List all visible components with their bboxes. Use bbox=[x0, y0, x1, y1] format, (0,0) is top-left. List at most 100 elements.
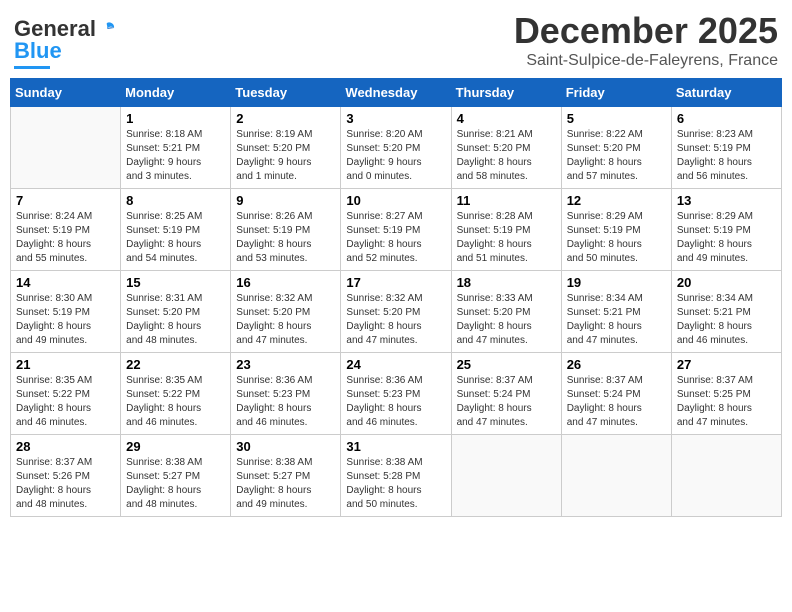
day-info: Sunrise: 8:37 AM Sunset: 5:26 PM Dayligh… bbox=[16, 456, 115, 512]
day-info: Sunrise: 8:28 AM Sunset: 5:19 PM Dayligh… bbox=[457, 210, 556, 266]
day-info: Sunrise: 8:36 AM Sunset: 5:23 PM Dayligh… bbox=[236, 374, 335, 430]
header-day-sunday: Sunday bbox=[11, 79, 121, 107]
header-day-wednesday: Wednesday bbox=[341, 79, 451, 107]
day-number: 17 bbox=[346, 275, 445, 290]
calendar-cell: 3 Sunrise: 8:20 AM Sunset: 5:20 PM Daylig… bbox=[341, 107, 451, 189]
calendar-cell bbox=[11, 107, 121, 189]
calendar-cell: 13 Sunrise: 8:29 AM Sunset: 5:19 PM Dayli… bbox=[671, 189, 781, 271]
day-number: 3 bbox=[346, 111, 445, 126]
day-info: Sunrise: 8:34 AM Sunset: 5:21 PM Dayligh… bbox=[677, 292, 776, 348]
day-number: 5 bbox=[567, 111, 666, 126]
day-info: Sunrise: 8:37 AM Sunset: 5:25 PM Dayligh… bbox=[677, 374, 776, 430]
calendar-cell: 6 Sunrise: 8:23 AM Sunset: 5:19 PM Daylig… bbox=[671, 107, 781, 189]
day-number: 16 bbox=[236, 275, 335, 290]
calendar-cell: 7 Sunrise: 8:24 AM Sunset: 5:19 PM Daylig… bbox=[11, 189, 121, 271]
day-number: 14 bbox=[16, 275, 115, 290]
day-info: Sunrise: 8:35 AM Sunset: 5:22 PM Dayligh… bbox=[16, 374, 115, 430]
day-info: Sunrise: 8:29 AM Sunset: 5:19 PM Dayligh… bbox=[677, 210, 776, 266]
day-info: Sunrise: 8:30 AM Sunset: 5:19 PM Dayligh… bbox=[16, 292, 115, 348]
calendar-cell: 27 Sunrise: 8:37 AM Sunset: 5:25 PM Dayli… bbox=[671, 353, 781, 435]
day-info: Sunrise: 8:24 AM Sunset: 5:19 PM Dayligh… bbox=[16, 210, 115, 266]
day-info: Sunrise: 8:32 AM Sunset: 5:20 PM Dayligh… bbox=[346, 292, 445, 348]
calendar-cell: 29 Sunrise: 8:38 AM Sunset: 5:27 PM Dayli… bbox=[121, 435, 231, 517]
day-number: 30 bbox=[236, 439, 335, 454]
day-number: 9 bbox=[236, 193, 335, 208]
calendar-cell: 1 Sunrise: 8:18 AM Sunset: 5:21 PM Daylig… bbox=[121, 107, 231, 189]
calendar-cell: 15Sunrise: 8:31 AM Sunset: 5:20 PM Dayli… bbox=[121, 271, 231, 353]
day-number: 10 bbox=[346, 193, 445, 208]
calendar-week-row: 28 Sunrise: 8:37 AM Sunset: 5:26 PM Dayli… bbox=[11, 435, 782, 517]
day-number: 21 bbox=[16, 357, 115, 372]
calendar-cell: 31Sunrise: 8:38 AM Sunset: 5:28 PM Dayli… bbox=[341, 435, 451, 517]
calendar-cell bbox=[561, 435, 671, 517]
day-number: 12 bbox=[567, 193, 666, 208]
calendar-cell: 11Sunrise: 8:28 AM Sunset: 5:19 PM Dayli… bbox=[451, 189, 561, 271]
day-number: 6 bbox=[677, 111, 776, 126]
logo-blue: Blue bbox=[14, 38, 62, 64]
logo-bird-icon bbox=[98, 20, 116, 38]
calendar-cell bbox=[671, 435, 781, 517]
calendar-cell: 12Sunrise: 8:29 AM Sunset: 5:19 PM Dayli… bbox=[561, 189, 671, 271]
day-info: Sunrise: 8:37 AM Sunset: 5:24 PM Dayligh… bbox=[457, 374, 556, 430]
calendar-title: December 2025 bbox=[514, 10, 778, 52]
calendar-cell: 20 Sunrise: 8:34 AM Sunset: 5:21 PM Dayli… bbox=[671, 271, 781, 353]
day-number: 27 bbox=[677, 357, 776, 372]
day-info: Sunrise: 8:22 AM Sunset: 5:20 PM Dayligh… bbox=[567, 128, 666, 184]
day-number: 22 bbox=[126, 357, 225, 372]
calendar-cell: 28 Sunrise: 8:37 AM Sunset: 5:26 PM Dayli… bbox=[11, 435, 121, 517]
header-day-monday: Monday bbox=[121, 79, 231, 107]
day-info: Sunrise: 8:18 AM Sunset: 5:21 PM Dayligh… bbox=[126, 128, 225, 184]
calendar-cell bbox=[451, 435, 561, 517]
calendar-cell: 10 Sunrise: 8:27 AM Sunset: 5:19 PM Dayli… bbox=[341, 189, 451, 271]
day-info: Sunrise: 8:26 AM Sunset: 5:19 PM Dayligh… bbox=[236, 210, 335, 266]
header-day-tuesday: Tuesday bbox=[231, 79, 341, 107]
calendar-cell: 16 Sunrise: 8:32 AM Sunset: 5:20 PM Dayli… bbox=[231, 271, 341, 353]
calendar-cell: 25Sunrise: 8:37 AM Sunset: 5:24 PM Dayli… bbox=[451, 353, 561, 435]
day-info: Sunrise: 8:32 AM Sunset: 5:20 PM Dayligh… bbox=[236, 292, 335, 348]
day-info: Sunrise: 8:19 AM Sunset: 5:20 PM Dayligh… bbox=[236, 128, 335, 184]
calendar-cell: 2 Sunrise: 8:19 AM Sunset: 5:20 PM Daylig… bbox=[231, 107, 341, 189]
calendar-cell: 24 Sunrise: 8:36 AM Sunset: 5:23 PM Dayli… bbox=[341, 353, 451, 435]
day-number: 8 bbox=[126, 193, 225, 208]
logo: General Blue bbox=[14, 16, 116, 69]
day-info: Sunrise: 8:33 AM Sunset: 5:20 PM Dayligh… bbox=[457, 292, 556, 348]
calendar-cell: 22 Sunrise: 8:35 AM Sunset: 5:22 PM Dayli… bbox=[121, 353, 231, 435]
calendar-cell: 23 Sunrise: 8:36 AM Sunset: 5:23 PM Dayli… bbox=[231, 353, 341, 435]
day-number: 4 bbox=[457, 111, 556, 126]
header-day-saturday: Saturday bbox=[671, 79, 781, 107]
calendar-cell: 4 Sunrise: 8:21 AM Sunset: 5:20 PM Daylig… bbox=[451, 107, 561, 189]
day-info: Sunrise: 8:38 AM Sunset: 5:27 PM Dayligh… bbox=[236, 456, 335, 512]
day-info: Sunrise: 8:38 AM Sunset: 5:27 PM Dayligh… bbox=[126, 456, 225, 512]
day-number: 18 bbox=[457, 275, 556, 290]
calendar-week-row: 7 Sunrise: 8:24 AM Sunset: 5:19 PM Daylig… bbox=[11, 189, 782, 271]
calendar-header-row: SundayMondayTuesdayWednesdayThursdayFrid… bbox=[11, 79, 782, 107]
day-number: 31 bbox=[346, 439, 445, 454]
day-number: 28 bbox=[16, 439, 115, 454]
header: General Blue December 2025 Saint-Sulpice… bbox=[10, 10, 782, 70]
day-info: Sunrise: 8:37 AM Sunset: 5:24 PM Dayligh… bbox=[567, 374, 666, 430]
day-number: 26 bbox=[567, 357, 666, 372]
day-info: Sunrise: 8:23 AM Sunset: 5:19 PM Dayligh… bbox=[677, 128, 776, 184]
day-number: 24 bbox=[346, 357, 445, 372]
header-day-thursday: Thursday bbox=[451, 79, 561, 107]
day-info: Sunrise: 8:36 AM Sunset: 5:23 PM Dayligh… bbox=[346, 374, 445, 430]
day-number: 7 bbox=[16, 193, 115, 208]
day-number: 1 bbox=[126, 111, 225, 126]
day-info: Sunrise: 8:27 AM Sunset: 5:19 PM Dayligh… bbox=[346, 210, 445, 266]
calendar-cell: 14 Sunrise: 8:30 AM Sunset: 5:19 PM Dayli… bbox=[11, 271, 121, 353]
calendar-cell: 21 Sunrise: 8:35 AM Sunset: 5:22 PM Dayli… bbox=[11, 353, 121, 435]
calendar-cell: 18 Sunrise: 8:33 AM Sunset: 5:20 PM Dayli… bbox=[451, 271, 561, 353]
day-info: Sunrise: 8:21 AM Sunset: 5:20 PM Dayligh… bbox=[457, 128, 556, 184]
calendar-cell: 30 Sunrise: 8:38 AM Sunset: 5:27 PM Dayli… bbox=[231, 435, 341, 517]
day-number: 20 bbox=[677, 275, 776, 290]
day-number: 29 bbox=[126, 439, 225, 454]
day-info: Sunrise: 8:35 AM Sunset: 5:22 PM Dayligh… bbox=[126, 374, 225, 430]
calendar-week-row: 21 Sunrise: 8:35 AM Sunset: 5:22 PM Dayli… bbox=[11, 353, 782, 435]
day-number: 23 bbox=[236, 357, 335, 372]
day-info: Sunrise: 8:20 AM Sunset: 5:20 PM Dayligh… bbox=[346, 128, 445, 184]
day-info: Sunrise: 8:25 AM Sunset: 5:19 PM Dayligh… bbox=[126, 210, 225, 266]
calendar-cell: 8 Sunrise: 8:25 AM Sunset: 5:19 PM Daylig… bbox=[121, 189, 231, 271]
calendar-cell: 9 Sunrise: 8:26 AM Sunset: 5:19 PM Daylig… bbox=[231, 189, 341, 271]
day-number: 2 bbox=[236, 111, 335, 126]
day-number: 13 bbox=[677, 193, 776, 208]
